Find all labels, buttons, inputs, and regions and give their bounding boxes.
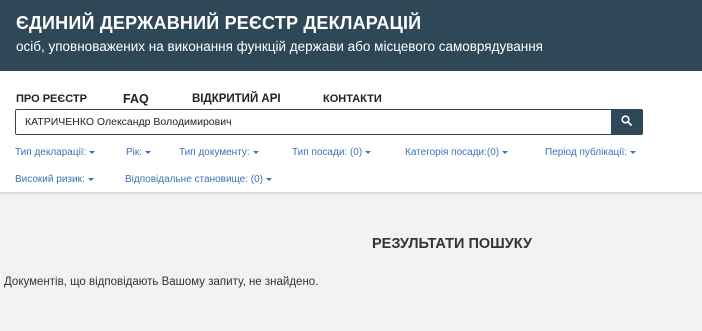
caret-down-icon — [87, 177, 94, 181]
filter-responsible-position[interactable]: Відповідальне становище: (0) — [125, 174, 273, 185]
nav-faq[interactable]: FAQ — [123, 92, 149, 106]
filter-document-type[interactable]: Тип документу: — [179, 147, 259, 158]
filter-label: Тип документу: — [179, 147, 250, 158]
filter-year[interactable]: Рік: — [126, 147, 152, 158]
search-input[interactable] — [16, 110, 612, 134]
search-panel: ПРО РЕЄСТР FAQ ВІДКРИТИЙ API КОНТАКТИ Ти… — [0, 71, 702, 193]
filter-high-risk[interactable]: Високий ризик: — [15, 174, 94, 185]
filter-label: Тип посади: (0) — [292, 147, 363, 158]
caret-down-icon — [365, 150, 372, 154]
caret-down-icon — [145, 150, 152, 154]
search-box — [15, 109, 643, 135]
filter-label: Рік: — [126, 147, 143, 158]
nav-open-api[interactable]: ВІДКРИТИЙ API — [192, 93, 281, 105]
filter-label: Тип декларації: — [15, 147, 87, 158]
filters-row-2: Високий ризик: Відповідальне становище: … — [0, 174, 702, 190]
site-title: ЄДИНИЙ ДЕРЖАВНИЙ РЕЄСТР ДЕКЛАРАЦІЙ — [16, 13, 422, 33]
caret-down-icon — [252, 150, 259, 154]
filter-label: Відповідальне становище: (0) — [125, 174, 264, 185]
filters-row-1: Тип декларації: Рік: Тип документу: Тип … — [0, 147, 702, 163]
caret-down-icon — [266, 177, 273, 181]
filter-label: Високий ризик: — [15, 174, 85, 185]
no-results-message: Документів, що відповідають Вашому запит… — [4, 276, 319, 288]
caret-down-icon — [89, 150, 96, 154]
filter-label: Категорія посади:(0) — [405, 147, 500, 158]
site-header: ЄДИНИЙ ДЕРЖАВНИЙ РЕЄСТР ДЕКЛАРАЦІЙ осіб,… — [0, 0, 702, 71]
site-subtitle: осіб, уповноважених на виконання функцій… — [16, 39, 543, 54]
filter-declaration-type[interactable]: Тип декларації: — [15, 147, 96, 158]
results-title: РЕЗУЛЬТАТИ ПОШУКУ — [372, 236, 532, 252]
caret-down-icon — [502, 150, 509, 154]
filter-position-type[interactable]: Тип посади: (0) — [292, 147, 372, 158]
filter-publication-period[interactable]: Період публікації: — [545, 147, 637, 158]
search-button[interactable] — [611, 110, 642, 134]
caret-down-icon — [630, 150, 637, 154]
nav-contacts[interactable]: КОНТАКТИ — [323, 93, 382, 105]
filter-position-category[interactable]: Категорія посади:(0) — [405, 147, 509, 158]
search-icon — [621, 113, 632, 131]
filter-label: Період публікації: — [545, 147, 628, 158]
nav-about[interactable]: ПРО РЕЄСТР — [16, 93, 87, 105]
main-nav: ПРО РЕЄСТР FAQ ВІДКРИТИЙ API КОНТАКТИ — [0, 92, 702, 109]
